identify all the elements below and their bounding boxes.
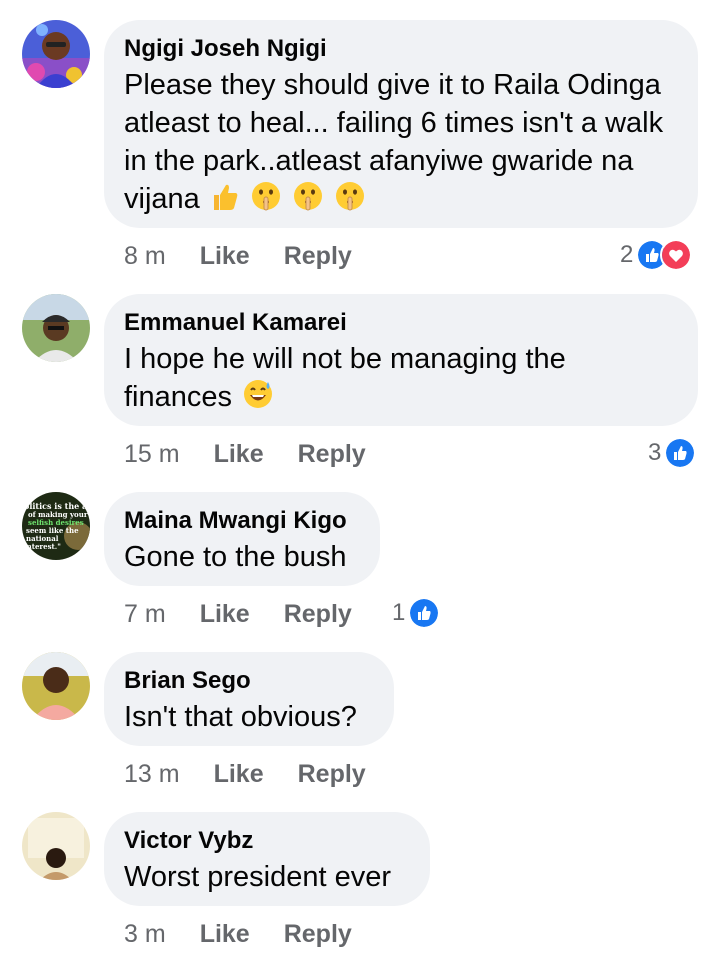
reply-button[interactable]: Reply: [298, 760, 366, 789]
comment-bubble: Victor Vybz Worst president ever: [104, 812, 430, 906]
reaction-count: 1: [392, 599, 406, 626]
comment-actions: 8 m Like Reply: [124, 242, 352, 271]
avatar[interactable]: [22, 294, 90, 362]
reaction-summary[interactable]: 3: [648, 437, 697, 469]
comment-actions: 3 m Like Reply: [124, 920, 352, 949]
shushing-face-icon: [250, 180, 282, 222]
like-button[interactable]: Like: [200, 600, 250, 629]
comment-actions: 7 m Like Reply: [124, 600, 352, 629]
reaction-summary[interactable]: 2: [620, 239, 693, 271]
comment-author[interactable]: Ngigi Joseh Ngigi: [124, 34, 678, 64]
love-icon: [660, 239, 693, 271]
comment-bubble: Brian Sego Isn't that obvious?: [104, 652, 394, 746]
avatar[interactable]: olitics is the ar of making your selfish…: [22, 492, 90, 560]
comment-author[interactable]: Maina Mwangi Kigo: [124, 506, 360, 536]
comment-bubble: Emmanuel Kamarei I hope he will not be m…: [104, 294, 698, 426]
comment-text: Please they should give it to Raila Odin…: [124, 69, 664, 215]
comment-text: I hope he will not be managing the finan…: [124, 343, 566, 413]
shushing-face-icon: [334, 180, 366, 222]
thumbs-up-icon: [210, 182, 240, 222]
reply-button[interactable]: Reply: [284, 242, 352, 271]
shushing-face-icon: [292, 180, 324, 222]
comment-text: Worst president ever: [124, 861, 392, 893]
comment-text: Gone to the bush: [124, 541, 347, 573]
like-icon: [664, 437, 697, 469]
like-button[interactable]: Like: [200, 920, 250, 949]
reply-button[interactable]: Reply: [284, 600, 352, 629]
comment-time[interactable]: 15 m: [124, 440, 180, 469]
sweat-smile-icon: [242, 378, 274, 420]
comment-actions: 13 m Like Reply: [124, 760, 366, 789]
comment-text-wrap: Please they should give it to Raila Odin…: [124, 66, 678, 222]
reaction-count: 3: [648, 439, 662, 466]
like-icon: [408, 597, 441, 629]
comment-author[interactable]: Victor Vybz: [124, 826, 410, 856]
comment-actions: 15 m Like Reply: [124, 440, 366, 469]
comment-time[interactable]: 3 m: [124, 920, 166, 949]
comment-time[interactable]: 13 m: [124, 760, 180, 789]
reaction-summary[interactable]: 1: [392, 597, 441, 629]
reply-button[interactable]: Reply: [284, 920, 352, 949]
avatar[interactable]: [22, 20, 90, 88]
like-button[interactable]: Like: [214, 440, 264, 469]
avatar[interactable]: [22, 652, 90, 720]
avatar[interactable]: [22, 812, 90, 880]
reaction-count: 2: [620, 241, 634, 268]
comment-author[interactable]: Brian Sego: [124, 666, 374, 696]
comment-time[interactable]: 7 m: [124, 600, 166, 629]
comment-bubble: Maina Mwangi Kigo Gone to the bush: [104, 492, 380, 586]
like-button[interactable]: Like: [214, 760, 264, 789]
comment-time[interactable]: 8 m: [124, 242, 166, 271]
comment-text-wrap: I hope he will not be managing the finan…: [124, 340, 678, 420]
like-button[interactable]: Like: [200, 242, 250, 271]
reply-button[interactable]: Reply: [298, 440, 366, 469]
comment-text: Isn't that obvious?: [124, 701, 357, 733]
comment-bubble: Ngigi Joseh Ngigi Please they should giv…: [104, 20, 698, 228]
comment-author[interactable]: Emmanuel Kamarei: [124, 308, 678, 338]
avatar-quote-line: interest.": [24, 542, 61, 551]
